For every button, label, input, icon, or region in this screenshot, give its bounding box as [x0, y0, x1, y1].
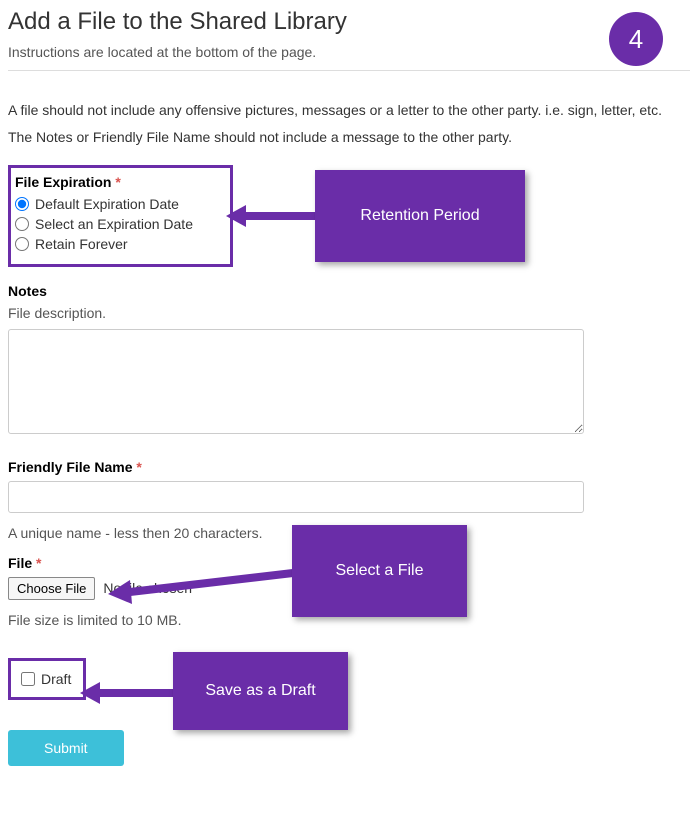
- arrow-icon: [76, 678, 176, 708]
- radio-select-expiration-input[interactable]: [15, 217, 29, 231]
- draft-group: Draft: [8, 658, 86, 700]
- file-label-text: File: [8, 555, 32, 571]
- file-expiration-group: File Expiration * Default Expiration Dat…: [8, 165, 233, 267]
- notes-helper: File description.: [8, 305, 690, 321]
- instructions-line-2: The Notes or Friendly File Name should n…: [8, 129, 690, 145]
- radio-default-expiration-input[interactable]: [15, 197, 29, 211]
- file-expiration-label-text: File Expiration: [15, 174, 111, 190]
- radio-select-expiration[interactable]: Select an Expiration Date: [15, 216, 222, 232]
- required-marker: *: [136, 459, 141, 475]
- radio-retain-forever[interactable]: Retain Forever: [15, 236, 222, 252]
- callout-retention-text: Retention Period: [360, 207, 479, 225]
- callout-save-draft: Save as a Draft: [173, 652, 348, 730]
- friendly-name-label: Friendly File Name *: [8, 459, 690, 475]
- notes-label: Notes: [8, 283, 690, 299]
- required-marker: *: [115, 174, 120, 190]
- callout-select-file-text: Select a File: [335, 562, 423, 580]
- draft-label: Draft: [41, 671, 71, 687]
- page-subtitle: Instructions are located at the bottom o…: [8, 44, 690, 60]
- radio-default-expiration-label: Default Expiration Date: [35, 196, 179, 212]
- required-marker: *: [36, 555, 41, 571]
- friendly-name-label-text: Friendly File Name: [8, 459, 132, 475]
- callout-retention: Retention Period: [315, 170, 525, 262]
- callout-select-file: Select a File: [292, 525, 467, 617]
- instructions-line-1: A file should not include any offensive …: [8, 101, 690, 121]
- divider: [8, 70, 690, 71]
- radio-retain-forever-label: Retain Forever: [35, 236, 128, 252]
- arrow-icon: [222, 201, 318, 231]
- choose-file-button[interactable]: Choose File: [8, 577, 95, 600]
- radio-select-expiration-label: Select an Expiration Date: [35, 216, 193, 232]
- page-title: Add a File to the Shared Library: [8, 8, 690, 36]
- radio-default-expiration[interactable]: Default Expiration Date: [15, 196, 222, 212]
- radio-retain-forever-input[interactable]: [15, 237, 29, 251]
- arrow-icon: [100, 558, 295, 608]
- step-badge: 4: [609, 12, 663, 66]
- notes-textarea[interactable]: [8, 329, 584, 434]
- file-expiration-label: File Expiration *: [15, 174, 222, 190]
- friendly-name-input[interactable]: [8, 481, 584, 513]
- draft-checkbox[interactable]: [21, 672, 35, 686]
- step-number: 4: [629, 24, 643, 55]
- callout-save-draft-text: Save as a Draft: [205, 682, 315, 700]
- submit-button[interactable]: Submit: [8, 730, 124, 766]
